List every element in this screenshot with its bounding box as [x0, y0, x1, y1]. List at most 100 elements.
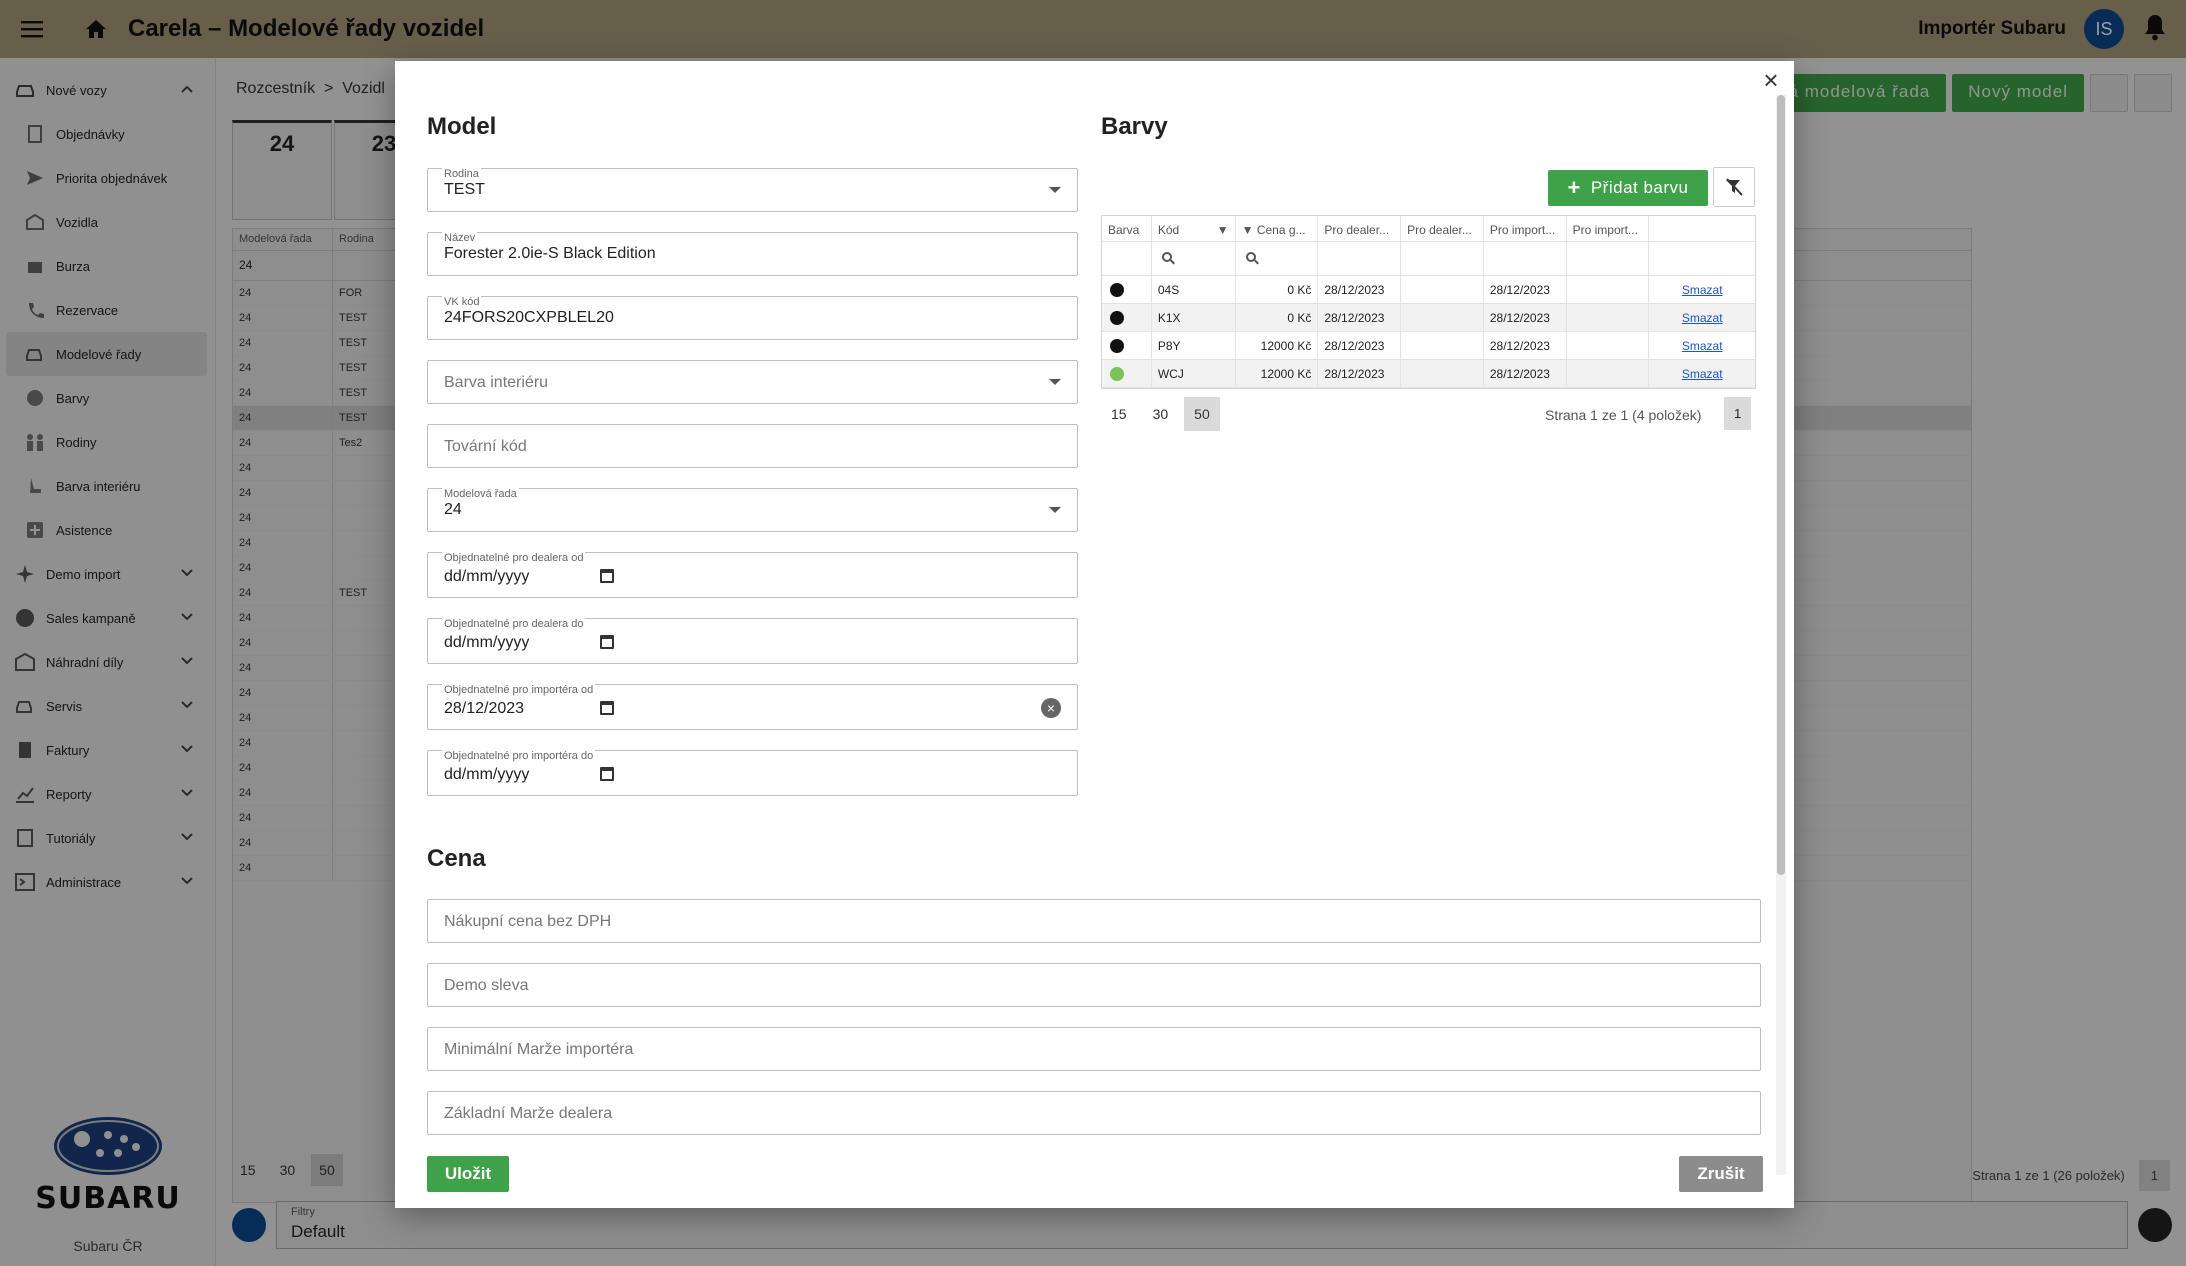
importer-to-cell [1567, 360, 1650, 387]
field-placeholder: Barva interiéru [444, 374, 549, 391]
dialog-scrollbar[interactable] [1776, 95, 1786, 1175]
column-header[interactable]: Kód ▼ [1152, 216, 1236, 241]
rodina-select[interactable]: Rodina TEST [427, 168, 1078, 212]
calendar-icon[interactable] [600, 569, 614, 583]
close-icon[interactable]: × [1756, 65, 1786, 95]
clear-filter-icon[interactable] [1713, 167, 1755, 207]
column-header-label: Kód [1157, 223, 1180, 237]
table-row[interactable]: P8Y 12000 Kč 28/12/2023 28/12/2023 Smazat [1102, 332, 1755, 360]
delete-link[interactable]: Smazat [1649, 360, 1755, 387]
importer-from-cell: 28/12/2023 [1484, 276, 1567, 303]
delete-link[interactable]: Smazat [1649, 332, 1755, 359]
dealer-to-cell [1401, 332, 1484, 359]
search-icon [1161, 252, 1172, 262]
demo-sleva-input[interactable]: Demo sleva [427, 963, 1761, 1007]
calendar-icon[interactable] [600, 767, 614, 781]
delete-link[interactable]: Smazat [1649, 304, 1755, 331]
field-label: VK kód [442, 296, 482, 308]
dealer-do-date[interactable]: Objednatelné pro dealera do dd/mm/yyyy [427, 618, 1078, 664]
color-swatch [1102, 276, 1152, 303]
importer-to-cell [1567, 304, 1650, 331]
nazev-input[interactable]: Název Forester 2.0ie-S Black Edition [427, 232, 1078, 276]
field-value: dd/mm/yyyy [444, 634, 530, 651]
add-color-label: Přidat barvu [1590, 178, 1689, 197]
dealer-od-date[interactable]: Objednatelné pro dealera od dd/mm/yyyy [427, 552, 1078, 598]
column-header[interactable]: Pro dealer... [1318, 216, 1402, 241]
color-dot-icon [1110, 339, 1124, 353]
importer-od-date[interactable]: Objednatelné pro importéra od 28/12/2023… [427, 684, 1078, 730]
field-label: Modelová řada [442, 488, 519, 500]
color-code-cell: P8Y [1152, 332, 1236, 359]
colors-table: Barva Kód ▼ ▼ Cena g... Pro dealer... Pro… [1101, 215, 1756, 389]
calendar-icon[interactable] [600, 635, 614, 649]
dealer-to-cell [1401, 276, 1484, 303]
barva-interieru-select[interactable]: Barva interiéru [427, 360, 1078, 404]
table-row[interactable]: 04S 0 Kč 28/12/2023 28/12/2023 Smazat [1102, 276, 1755, 304]
delete-link[interactable]: Smazat [1649, 276, 1755, 303]
column-header[interactable]: Pro dealer... [1401, 216, 1484, 241]
column-header [1649, 216, 1755, 241]
tovarni-kod-input[interactable]: Tovární kód [427, 424, 1078, 468]
colors-pager: 15 30 50 [1101, 397, 1220, 431]
page-size-option[interactable]: 50 [1184, 397, 1220, 431]
filter-cell [1567, 242, 1650, 275]
color-swatch [1102, 304, 1152, 331]
table-row[interactable]: WCJ 12000 Kč 28/12/2023 28/12/2023 Smazat [1102, 360, 1755, 388]
save-button[interactable]: Uložit [427, 1156, 509, 1192]
vk-kod-input[interactable]: VK kód 24FORS20CXPBLEL20 [427, 296, 1078, 340]
table-row[interactable]: K1X 0 Kč 28/12/2023 28/12/2023 Smazat [1102, 304, 1755, 332]
plus-icon: + [1567, 175, 1581, 200]
dealer-to-cell [1401, 304, 1484, 331]
field-label: Objednatelné pro importéra do [442, 750, 596, 762]
price-filter-input[interactable] [1236, 242, 1319, 275]
color-code-cell: 04S [1152, 276, 1236, 303]
importer-to-cell [1567, 332, 1650, 359]
zakl-marze-input[interactable]: Základní Marže dealera [427, 1091, 1761, 1135]
field-placeholder: Minimální Marže importéra [444, 1041, 634, 1058]
dealer-from-cell: 28/12/2023 [1318, 332, 1402, 359]
price-cell: 12000 Kč [1236, 332, 1319, 359]
filter-cell [1484, 242, 1567, 275]
price-section-title: Cena [427, 845, 486, 872]
importer-from-cell: 28/12/2023 [1484, 360, 1567, 387]
nakupni-cena-input[interactable]: Nákupní cena bez DPH [427, 899, 1761, 943]
page-size-option[interactable]: 15 [1101, 397, 1137, 431]
column-header[interactable]: ▼ Cena g... [1236, 216, 1319, 241]
importer-from-cell: 28/12/2023 [1484, 304, 1567, 331]
field-placeholder: Demo sleva [444, 977, 529, 994]
page-size-option[interactable]: 30 [1143, 397, 1179, 431]
code-filter-input[interactable] [1152, 242, 1236, 275]
page-button[interactable]: 1 [1724, 397, 1752, 430]
clear-icon[interactable]: × [1041, 698, 1061, 718]
column-header-label: Cena g... [1256, 223, 1306, 237]
column-header[interactable]: Barva [1102, 216, 1152, 241]
field-value: Forester 2.0ie-S Black Edition [444, 245, 656, 262]
field-value: dd/mm/yyyy [444, 568, 530, 585]
funnel-icon[interactable]: ▼ [1217, 223, 1229, 237]
filter-cell [1401, 242, 1484, 275]
field-label: Objednatelné pro importéra od [442, 684, 596, 696]
price-cell: 12000 Kč [1236, 360, 1319, 387]
importer-do-date[interactable]: Objednatelné pro importéra do dd/mm/yyyy [427, 750, 1078, 796]
color-code-cell: WCJ [1152, 360, 1236, 387]
dropdown-arrow-icon [1049, 187, 1061, 193]
field-value: 28/12/2023 [444, 700, 525, 717]
model-edit-dialog: × Model Barvy Rodina TEST Název Forester… [395, 61, 1794, 1208]
field-value: TEST [444, 181, 485, 198]
min-marze-input[interactable]: Minimální Marže importéra [427, 1027, 1761, 1071]
column-header[interactable]: Pro import... [1484, 216, 1567, 241]
field-value: dd/mm/yyyy [444, 766, 530, 783]
field-label: Objednatelné pro dealera do [442, 618, 586, 630]
filter-cell [1649, 242, 1755, 275]
color-dot-icon [1110, 311, 1124, 325]
filter-cell [1102, 242, 1152, 275]
model-section-title: Model [427, 113, 497, 140]
column-header[interactable]: Pro import... [1567, 216, 1650, 241]
calendar-icon[interactable] [600, 701, 614, 715]
cancel-button[interactable]: Zrušit [1679, 1156, 1763, 1192]
modelova-rada-select[interactable]: Modelová řada 24 [427, 488, 1078, 532]
funnel-icon[interactable]: ▼ [1242, 223, 1254, 237]
dropdown-arrow-icon [1049, 507, 1061, 513]
dealer-to-cell [1401, 360, 1484, 387]
add-color-button[interactable]: + Přidat barvu [1548, 170, 1708, 206]
